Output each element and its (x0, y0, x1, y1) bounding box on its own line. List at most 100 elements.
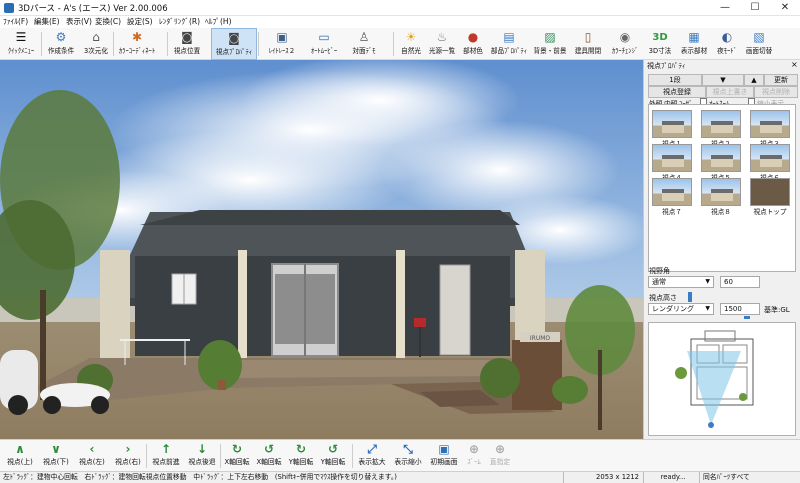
color-change-icon: ◉ (619, 30, 631, 44)
color-icon: ✱ (131, 30, 143, 44)
overwrite-viewpoint-button[interactable]: 視点上書き (706, 86, 754, 98)
viewpoint-thumbnail[interactable]: 視点４ (652, 144, 692, 182)
height-indicator (744, 316, 750, 319)
door-open-close-button[interactable]: ▯ 建具開閉 (570, 28, 606, 60)
menu-settings[interactable]: 設定(S) (127, 16, 153, 28)
chevron-down-icon: ▼ (705, 305, 710, 312)
fov-value-input[interactable]: 60 (720, 276, 760, 288)
title-bar: 3Dパース - A's (エース) Ver 2.00.006 — ☐ ✕ (0, 0, 800, 16)
fov-mode-select[interactable]: 通常 ▼ (648, 276, 714, 288)
background-foreground-button[interactable]: ▨ 背景・前景 (530, 28, 570, 60)
render-viewport[interactable]: IRUMO (0, 60, 643, 439)
natural-light-button[interactable]: ☀ 自然光 (396, 28, 426, 60)
update-button[interactable]: 更新 (764, 74, 798, 86)
view-up-button[interactable]: ∧ 視点(上) (2, 440, 38, 472)
zoom-button[interactable]: ⊕ ｽﾞｰﾑ (462, 440, 486, 472)
backward-icon: ↓ (196, 442, 208, 456)
sun-icon: ☀ (405, 30, 417, 44)
raytrace-button[interactable]: ▣ ﾚｲﾄﾚｰｽ２ (259, 28, 305, 60)
zoom-out-icon: ⤡ (403, 442, 413, 456)
menu-view[interactable]: 表示(V) (66, 16, 92, 28)
height-slider-thumb[interactable] (688, 292, 692, 302)
window-title: 3Dパース - A's (エース) Ver 2.00.006 (18, 4, 168, 14)
material-color-button[interactable]: ● 部材色 (458, 28, 488, 60)
three-d-convert-button[interactable]: ⌂ 3次元化 (80, 28, 112, 60)
status-bar: 左ﾄﾞﾗｯｸﾞ：建物中心回転 右ﾄﾞﾗｯｸﾞ：建物回転視点位置移動 中ﾄﾞﾗｯｸ… (0, 471, 800, 483)
mouse-hint-text: 左ﾄﾞﾗｯｸﾞ：建物中心回転 右ﾄﾞﾗｯｸﾞ：建物回転視点位置移動 中ﾄﾞﾗｯｸ… (3, 473, 397, 481)
auto-movie-button[interactable]: ▭ ｵｰﾄﾑｰﾋﾞｰ (303, 28, 345, 60)
menu-edit[interactable]: 編集(E) (34, 16, 60, 28)
screen-switch-button[interactable]: ▧ 画面切替 (742, 28, 776, 60)
x-axis-rotate-reverse-button[interactable]: ↺ X軸回転 (253, 440, 285, 472)
scroll-up-button[interactable]: ▲ (744, 74, 764, 86)
night-icon: ◐ (721, 30, 733, 44)
quick-menu-button[interactable]: ☰ ｸｲｯｸﾒﾆｭｰ (2, 28, 40, 60)
register-viewpoint-button[interactable]: 視点登録 (648, 86, 706, 98)
zoom-icon: ⊕ (468, 442, 480, 456)
display-parts-icon: ▦ (688, 30, 700, 44)
floor-plan-map (675, 330, 754, 428)
x-axis-rotate-button[interactable]: ↻ X軸回転 (221, 440, 253, 472)
night-mode-button[interactable]: ◐ 夜ﾓｰﾄﾞ (712, 28, 742, 60)
house-3d-icon: ⌂ (92, 30, 100, 44)
viewpoint-property-button[interactable]: ◙ 視点ﾌﾟﾛﾊﾟﾃｨ (211, 28, 257, 60)
app-icon (4, 3, 14, 13)
view-right-button[interactable]: › 視点(右) (110, 440, 146, 472)
toolbar-separator (393, 32, 394, 56)
maximize-button[interactable]: ☐ (740, 0, 770, 16)
viewpoint-thumbnail[interactable]: 視点２ (701, 110, 741, 148)
menu-help[interactable]: ﾍﾙﾌﾟ(H) (205, 16, 232, 28)
viewpoint-thumbnail[interactable]: 視点１ (652, 110, 692, 148)
initial-view-button[interactable]: ▣ 初期画面 (426, 440, 462, 472)
minimize-button[interactable]: — (710, 0, 740, 16)
home-view-icon: ▣ (438, 442, 450, 456)
color-coordinate-button[interactable]: ✱ ｶﾗｰｺｰﾃﾞｨﾈｰﾄ (114, 28, 160, 60)
status-state: ready... (643, 472, 699, 483)
three-d-dimension-button[interactable]: 3D 3D寸法 (644, 28, 676, 60)
viewpoint-thumbnail[interactable]: 視点８ (701, 178, 741, 216)
viewpoint-thumbnail[interactable]: 視点５ (701, 144, 741, 182)
tier-select-button[interactable]: 1段 (648, 74, 702, 86)
viewpoint-thumbnail[interactable]: 視点６ (750, 144, 790, 182)
viewpoint-thumbnail[interactable]: 視点７ (652, 178, 692, 216)
create-conditions-button[interactable]: ⚙ 作成条件 (43, 28, 79, 60)
view-down-button[interactable]: ∨ 視点(下) (38, 440, 74, 472)
viewpoint-position-button[interactable]: ◙ 視点位置 (169, 28, 205, 60)
camera-property-icon: ◙ (228, 31, 240, 45)
view-left-button[interactable]: ‹ 視点(左) (74, 440, 110, 472)
menu-rendering[interactable]: ﾚﾝﾀﾞﾘﾝｸﾞ(R) (159, 16, 200, 28)
y-axis-rotate-button[interactable]: ↻ Y軸回転 (285, 440, 317, 472)
viewpoint-property-panel: 視点ﾌﾟﾛﾊﾟﾃｨ × 1段 ▼ ▲ 更新 視点登録 視点上書き 視点削除 外観… (643, 60, 800, 439)
color-change-button[interactable]: ◉ ｶﾗｰﾁｪﾝｼﾞ (606, 28, 644, 60)
menu-file[interactable]: ﾌｧｲﾙ(F) (3, 16, 28, 28)
zoom-out-button[interactable]: ⤡ 表示縮小 (390, 440, 426, 472)
door-icon: ▯ (584, 30, 592, 44)
viewpoint-thumbnail[interactable]: 視点３ (750, 110, 790, 148)
face-demo-button[interactable]: ♙ 対面ﾃﾞﾓ (346, 28, 382, 60)
display-parts-button[interactable]: ▦ 表示部材 (676, 28, 712, 60)
height-mode-select[interactable]: レンダリング ▼ (648, 303, 714, 315)
parts-property-button[interactable]: ▤ 部品ﾌﾟﾛﾊﾟﾃｨ (488, 28, 530, 60)
resolution-readout: 2053 x 1212 (563, 472, 643, 483)
panel-close-icon[interactable]: × (791, 60, 798, 69)
view-forward-button[interactable]: ↑ 視点前進 (148, 440, 184, 472)
zoom-in-button[interactable]: ⤢ 表示拡大 (354, 440, 390, 472)
direct-zoom-icon: ⊕ (494, 442, 506, 456)
fov-label: 視野角 (649, 267, 670, 275)
view-backward-button[interactable]: ↓ 視点後退 (184, 440, 220, 472)
light-list-button[interactable]: ♨ 光源一覧 (426, 28, 458, 60)
y-rotate-icon: ↻ (295, 442, 307, 456)
height-value-input[interactable]: 1500 (720, 303, 760, 315)
scroll-down-button[interactable]: ▼ (702, 74, 744, 86)
direct-zoom-button[interactable]: ⊕ 直指定 (486, 440, 514, 472)
viewpoint-thumbnail-top[interactable]: 視点トップ (750, 178, 790, 216)
delete-viewpoint-button[interactable]: 視点削除 (754, 86, 798, 98)
plan-view-minimap[interactable] (648, 322, 796, 436)
toolbar-separator (146, 444, 147, 468)
zoom-in-icon: ⤢ (367, 442, 377, 456)
menu-convert[interactable]: 変換(C) (95, 16, 121, 28)
background-icon: ▨ (544, 30, 556, 44)
close-button[interactable]: ✕ (770, 0, 800, 16)
raytrace-icon: ▣ (276, 30, 288, 44)
y-axis-rotate-reverse-button[interactable]: ↺ Y軸回転 (317, 440, 349, 472)
